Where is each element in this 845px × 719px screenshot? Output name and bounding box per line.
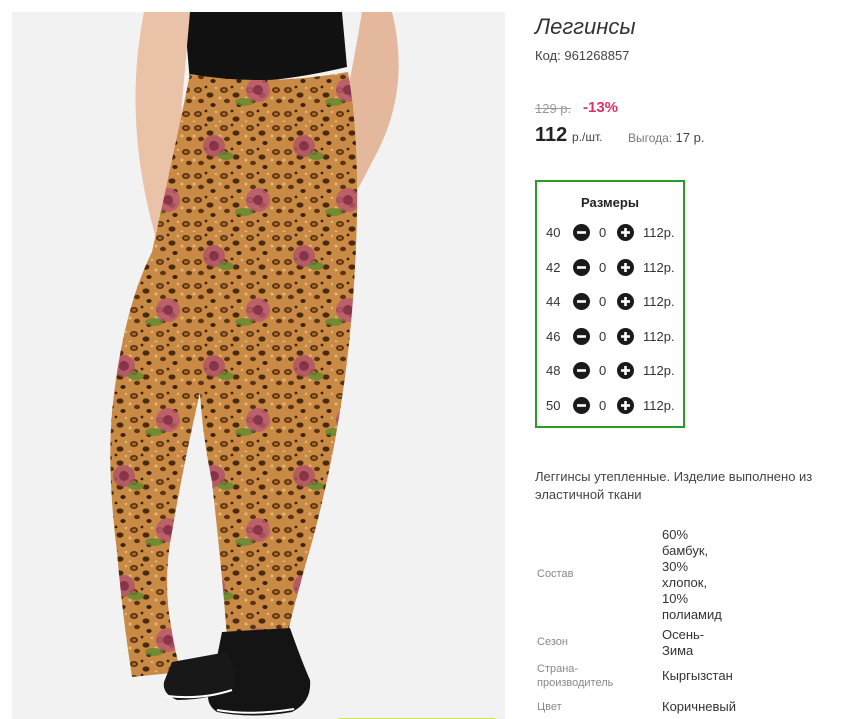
size-value: 42: [546, 259, 561, 275]
product-code-value: 961268857: [564, 48, 630, 63]
composition-label: Состав: [537, 568, 574, 580]
plus-circle-icon[interactable]: [617, 293, 634, 311]
size-quantity[interactable]: 0: [599, 225, 606, 240]
size-price: 112р.: [643, 225, 675, 240]
size-quantity[interactable]: 0: [599, 260, 606, 275]
size-row: 40 0 112р.: [537, 222, 683, 244]
minus-circle-icon[interactable]: [573, 327, 590, 345]
size-row: 44 0 112р.: [537, 291, 683, 313]
color-label: Цвет: [537, 701, 562, 713]
size-row: 46 0 112р.: [537, 326, 683, 348]
product-photo[interactable]: [12, 12, 505, 719]
size-row: 42 0 112р.: [537, 257, 683, 279]
country-label: Страна-производитель: [537, 663, 614, 689]
price-unit: р./шт.: [572, 130, 603, 144]
minus-circle-icon[interactable]: [573, 224, 590, 241]
minus-circle-icon[interactable]: [573, 258, 590, 276]
size-price: 112р.: [643, 398, 675, 413]
color-value: Коричневый: [662, 699, 736, 714]
minus-circle-icon[interactable]: [573, 293, 590, 311]
sizes-title: Размеры: [581, 195, 639, 210]
size-value: 40: [546, 225, 561, 240]
size-value: 48: [546, 363, 561, 379]
discount-badge: -13%: [583, 99, 619, 116]
size-price: 112р.: [643, 294, 675, 310]
season-value: Осень-Зима: [662, 627, 705, 658]
plus-circle-icon[interactable]: [617, 224, 634, 241]
plus-circle-icon[interactable]: [617, 397, 634, 414]
product-code: Код: 961268857: [535, 48, 629, 63]
plus-circle-icon[interactable]: [617, 362, 634, 380]
old-price: 129 р.: [535, 101, 572, 116]
size-price: 112р.: [643, 259, 675, 275]
size-value: 46: [546, 328, 561, 344]
minus-circle-icon[interactable]: [573, 362, 590, 380]
size-value: 50: [546, 398, 561, 413]
sizes-selector: Размеры 40 0 112р. 42 0 112р. 44 0 112р. 46 0 112р.…: [535, 180, 685, 428]
country-value: Кыргызстан: [662, 668, 733, 683]
size-row: 48 0 112р.: [537, 360, 683, 382]
size-price: 112р.: [643, 363, 675, 379]
size-quantity[interactable]: 0: [599, 294, 606, 309]
saving-value: 17 р.: [675, 130, 705, 145]
product-code-label: Код:: [535, 48, 561, 63]
size-quantity[interactable]: 0: [599, 398, 606, 413]
size-row: 50 0 112р.: [537, 395, 683, 417]
saving-label: Выгода:: [628, 131, 673, 145]
plus-circle-icon[interactable]: [617, 258, 634, 276]
size-value: 44: [546, 294, 561, 310]
saving: Выгода: 17 р.: [628, 130, 704, 145]
season-label: Сезон: [537, 636, 568, 648]
size-quantity[interactable]: 0: [599, 329, 606, 344]
product-photo-image: [12, 12, 505, 719]
product-title: Леггинсы: [535, 14, 636, 39]
size-quantity[interactable]: 0: [599, 363, 606, 378]
product-description: Леггинсы утепленные. Изделие выполнено и…: [535, 469, 813, 502]
plus-circle-icon[interactable]: [617, 327, 634, 345]
price: 112: [535, 124, 568, 146]
size-price: 112р.: [643, 328, 675, 344]
minus-circle-icon[interactable]: [573, 397, 590, 414]
composition-value: 60% бамбук, 30% хлопок, 10% полиамид: [662, 527, 722, 622]
